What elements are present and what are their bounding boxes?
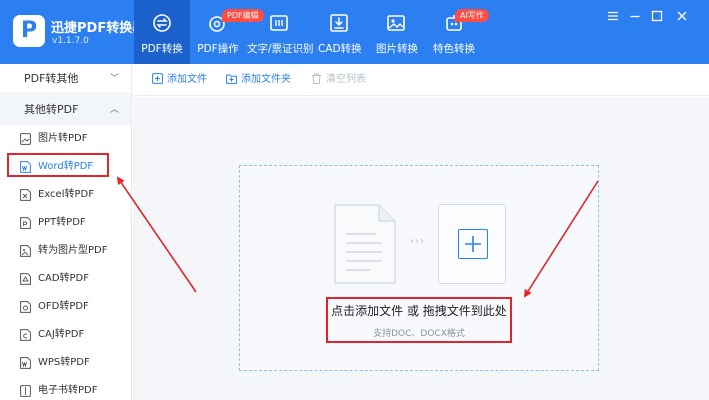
sidebar-item-label: 图片转PDF	[38, 133, 88, 144]
tab-pdf-convert[interactable]: PDF转换	[134, 0, 190, 64]
cad-file-icon	[20, 273, 31, 285]
sidebar-item-label: Excel转PDF	[38, 189, 94, 200]
add-folder-icon	[226, 74, 237, 84]
document-icon	[334, 204, 396, 284]
chevron-down-icon: ﹀	[109, 74, 119, 84]
maximize-icon[interactable]	[650, 10, 664, 24]
caj-file-icon	[20, 329, 31, 341]
image-file-icon	[20, 133, 31, 145]
add-card[interactable]	[438, 204, 506, 284]
wps-file-icon	[20, 357, 31, 369]
tab-ocr[interactable]: 文字/票证识别	[247, 0, 314, 64]
sidebar-group-other-to-pdf[interactable]: 其他转PDF ︿	[0, 95, 131, 125]
add-file-label: 添加文件	[167, 74, 207, 85]
tab-label: PDF转换	[141, 43, 183, 55]
sidebar-item-excel-to-pdf[interactable]: Excel转PDF	[0, 181, 131, 209]
sidebar-item-label: OFD转PDF	[38, 301, 89, 312]
ppt-file-icon	[20, 217, 31, 229]
badge-ai-writing: AI写作	[455, 9, 489, 22]
sidebar-item-ebook-to-pdf[interactable]: 电子书转PDF	[0, 377, 131, 400]
tab-label: CAD转换	[318, 43, 362, 55]
group-label: 其他转PDF	[24, 103, 79, 116]
clear-list-button[interactable]: 清空列表	[311, 64, 366, 96]
minimize-icon[interactable]	[628, 10, 642, 24]
toolbar: 添加文件 添加文件夹 清空列表	[133, 64, 709, 96]
group-label: PDF转其他	[24, 72, 79, 85]
sidebar-item-label: PPT转PDF	[38, 217, 86, 228]
clear-list-label: 清空列表	[326, 74, 366, 85]
tab-image[interactable]: 图片转换	[376, 0, 418, 64]
sidebar-item-label: 转为图片型PDF	[38, 245, 108, 256]
sidebar-item-label: WPS转PDF	[38, 357, 90, 368]
sidebar-item-image-to-pdf[interactable]: 图片转PDF	[0, 125, 131, 153]
cad-icon	[330, 14, 348, 32]
sidebar-item-ppt-to-pdf[interactable]: PPT转PDF	[0, 209, 131, 237]
tab-label: 特色转换	[433, 43, 475, 55]
ofd-file-icon	[20, 301, 31, 313]
app-logo: P	[13, 15, 45, 47]
top-bar: P 迅捷PDF转换器 v1.1.7.0 PDF转换 PDF操作 PDF编辑 文字…	[0, 0, 709, 64]
file-dropzone[interactable]: ››› 点击添加文件 或 拖拽文件到此处 支持DOC、DOCX格式	[239, 165, 599, 371]
app-name: 迅捷PDF转换器	[51, 21, 146, 36]
sidebar-item-ofd-to-pdf[interactable]: OFD转PDF	[0, 293, 131, 321]
add-folder-button[interactable]: 添加文件夹	[226, 64, 291, 96]
sidebar-item-wps-to-pdf[interactable]: WPS转PDF	[0, 349, 131, 377]
add-file-icon	[152, 73, 163, 84]
add-file-button[interactable]: 添加文件	[152, 64, 207, 96]
app-version: v1.1.7.0	[52, 36, 89, 46]
chevron-up-icon: ︿	[109, 105, 119, 115]
add-folder-label: 添加文件夹	[241, 74, 291, 85]
sidebar-item-label: CAD转PDF	[38, 273, 90, 284]
convert-icon	[153, 14, 171, 32]
sidebar-item-cad-to-pdf[interactable]: CAD转PDF	[0, 265, 131, 293]
sidebar-item-to-image-pdf[interactable]: 转为图片型PDF	[0, 237, 131, 265]
arrow-icon: ›››	[410, 236, 425, 247]
ocr-scan-icon	[270, 15, 288, 31]
trash-icon	[312, 73, 321, 84]
ebook-file-icon	[20, 385, 31, 397]
plus-icon	[458, 229, 488, 259]
dropzone-highlight-box	[326, 297, 512, 343]
sidebar-item-caj-to-pdf[interactable]: CAJ转PDF	[0, 321, 131, 349]
excel-file-icon	[20, 189, 31, 201]
tab-cad[interactable]: CAD转换	[318, 0, 362, 64]
sidebar-item-label: CAJ转PDF	[38, 329, 85, 340]
sidebar-item-label: 电子书转PDF	[38, 385, 98, 396]
sidebar-group-pdf-to-other[interactable]: PDF转其他 ﹀	[0, 64, 131, 94]
tab-label: 文字/票证识别	[247, 43, 314, 55]
close-icon[interactable]	[675, 10, 689, 24]
selected-item-highlight-box	[7, 153, 109, 177]
tab-label: PDF操作	[197, 43, 239, 55]
menu-icon[interactable]	[606, 10, 620, 24]
image-pdf-icon	[20, 245, 31, 257]
file-list-area: ››› 点击添加文件 或 拖拽文件到此处 支持DOC、DOCX格式	[133, 97, 709, 400]
tab-label: 图片转换	[376, 43, 418, 55]
image-icon	[387, 15, 405, 31]
